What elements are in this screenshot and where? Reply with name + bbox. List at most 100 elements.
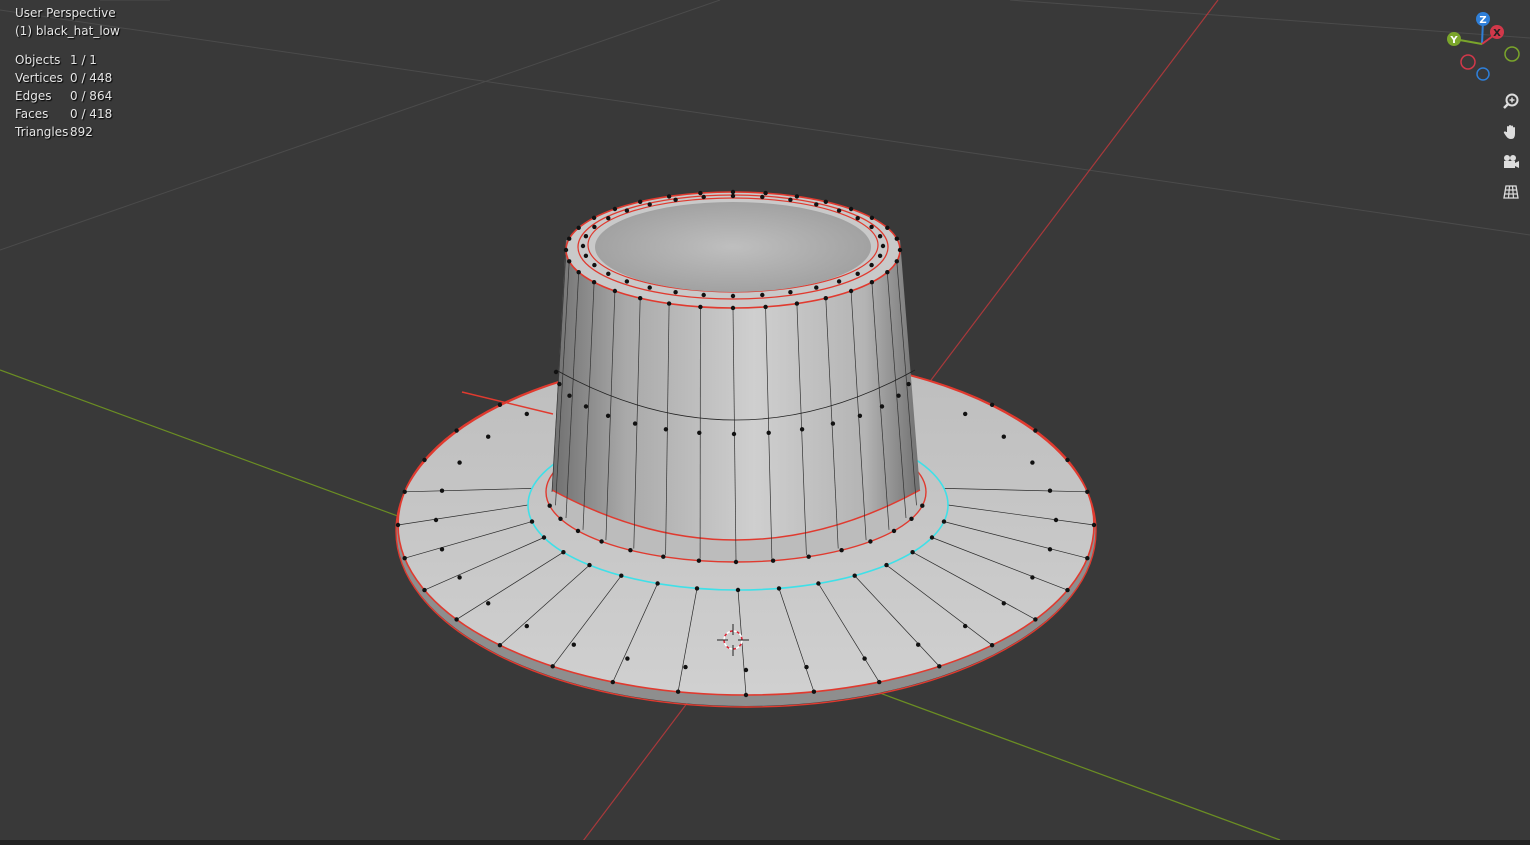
mesh-vertex bbox=[486, 434, 491, 439]
zoom-button[interactable] bbox=[1497, 89, 1525, 115]
grid-icon bbox=[1503, 185, 1519, 199]
mesh-vertex bbox=[575, 528, 581, 534]
mesh-vertex bbox=[395, 522, 401, 528]
mesh-vertex bbox=[906, 381, 911, 387]
mesh-vertex bbox=[698, 304, 703, 310]
mesh-vertex bbox=[896, 393, 901, 398]
mesh-vertex bbox=[457, 575, 462, 580]
mesh-vertex bbox=[561, 550, 566, 555]
mesh-vertex bbox=[743, 692, 749, 698]
stat-label: Vertices bbox=[15, 71, 63, 85]
mesh-vertex bbox=[628, 548, 633, 553]
mesh-vertex bbox=[730, 193, 736, 199]
mesh-vertex bbox=[894, 259, 899, 264]
mesh-vertex bbox=[663, 427, 669, 432]
gizmo-y-label: Y bbox=[1449, 35, 1458, 46]
gizmo-x-label: X bbox=[1493, 28, 1501, 39]
mesh-vertex bbox=[839, 548, 844, 553]
mesh-vertex bbox=[632, 421, 638, 426]
hat-mesh bbox=[395, 189, 1097, 708]
stat-label: Edges bbox=[15, 89, 52, 103]
gizmo-neg-z bbox=[1476, 67, 1490, 81]
mesh-vertex bbox=[576, 270, 581, 275]
mesh-vertex bbox=[823, 296, 828, 301]
stat-value: 1 / 1 bbox=[70, 53, 97, 67]
mesh-vertex bbox=[770, 558, 776, 563]
mesh-vertex bbox=[869, 280, 875, 285]
stat-value: 0 / 864 bbox=[70, 89, 113, 103]
mesh-vertex bbox=[701, 194, 706, 200]
mesh-vertex bbox=[661, 554, 666, 559]
mesh-vertex bbox=[816, 581, 821, 586]
mesh-vertex bbox=[806, 554, 811, 559]
mesh-vertex bbox=[1030, 575, 1035, 580]
mesh-vertex bbox=[402, 489, 407, 494]
mesh-vertex bbox=[879, 404, 885, 409]
mesh-vertex bbox=[766, 430, 771, 435]
mesh-vertex bbox=[592, 224, 597, 230]
mesh-vertex bbox=[1085, 556, 1090, 561]
stat-label: Faces bbox=[15, 107, 49, 121]
pan-button[interactable] bbox=[1497, 119, 1525, 145]
mesh-vertex bbox=[848, 206, 854, 212]
mesh-vertex bbox=[606, 271, 611, 276]
mesh-vertex bbox=[1001, 601, 1006, 606]
mesh-vertex bbox=[811, 689, 817, 694]
mesh-vertex bbox=[814, 202, 819, 207]
mesh-vertex bbox=[868, 539, 873, 544]
camera-view-button[interactable] bbox=[1497, 149, 1525, 175]
mesh-vertex bbox=[524, 411, 529, 417]
mesh-vertex bbox=[557, 381, 562, 387]
navigation-gizmo[interactable]: Z Y X bbox=[1430, 8, 1526, 88]
mesh-vertex bbox=[941, 519, 947, 524]
mesh-vertex bbox=[647, 202, 652, 207]
mesh-vertex bbox=[1065, 457, 1070, 463]
mesh-vertex bbox=[989, 402, 995, 407]
mesh-vertex bbox=[885, 225, 890, 230]
mesh-vertex bbox=[857, 413, 863, 418]
mesh-vertex bbox=[963, 411, 968, 417]
3d-viewport[interactable]: User Perspective (1) black_hat_low Objec… bbox=[0, 0, 1530, 845]
mesh-vertex bbox=[439, 547, 445, 552]
mesh-vertex bbox=[735, 587, 741, 593]
mesh-vertex bbox=[891, 528, 897, 534]
mesh-vertex bbox=[909, 516, 914, 521]
mesh-vertex bbox=[1030, 460, 1035, 465]
mesh-vertex bbox=[610, 679, 615, 685]
mesh-vertex bbox=[567, 393, 572, 398]
mesh-vertex bbox=[1053, 517, 1059, 523]
mesh-vertex bbox=[929, 535, 935, 540]
mesh-vertex bbox=[1001, 434, 1006, 439]
mesh-vertex bbox=[836, 279, 842, 284]
mesh-vertex bbox=[855, 271, 860, 276]
mesh-vertex bbox=[599, 539, 604, 544]
mesh-vertex bbox=[624, 279, 630, 284]
mesh-vertex bbox=[422, 587, 427, 593]
mesh-vertex bbox=[541, 535, 547, 540]
mesh-vertex bbox=[571, 642, 576, 647]
mesh-vertex bbox=[1033, 428, 1038, 433]
mesh-vertex bbox=[1033, 617, 1038, 622]
perspective-toggle-button[interactable] bbox=[1497, 179, 1525, 205]
mesh-vertex bbox=[743, 667, 749, 673]
mesh-vertex bbox=[989, 643, 995, 648]
mesh-vertex bbox=[547, 503, 552, 508]
mesh-vertex bbox=[1085, 489, 1090, 494]
mesh-vertex bbox=[1091, 522, 1097, 528]
mesh-vertex bbox=[760, 292, 765, 298]
scene-canvas[interactable] bbox=[0, 0, 1530, 845]
mesh-vertex bbox=[439, 488, 445, 493]
mesh-vertex bbox=[877, 679, 882, 685]
mesh-vertex bbox=[624, 208, 630, 213]
stat-value: 0 / 418 bbox=[70, 107, 113, 121]
mesh-vertex bbox=[877, 253, 883, 258]
mesh-vertex bbox=[454, 617, 459, 622]
mesh-vertex bbox=[567, 236, 572, 241]
mesh-vertex bbox=[647, 285, 652, 290]
mesh-vertex bbox=[730, 189, 736, 195]
gizmo-z-label: Z bbox=[1479, 15, 1486, 26]
mesh-vertex bbox=[1065, 587, 1070, 593]
mesh-vertex bbox=[814, 285, 819, 290]
mesh-vertex bbox=[910, 550, 915, 555]
mesh-vertex bbox=[869, 215, 875, 220]
